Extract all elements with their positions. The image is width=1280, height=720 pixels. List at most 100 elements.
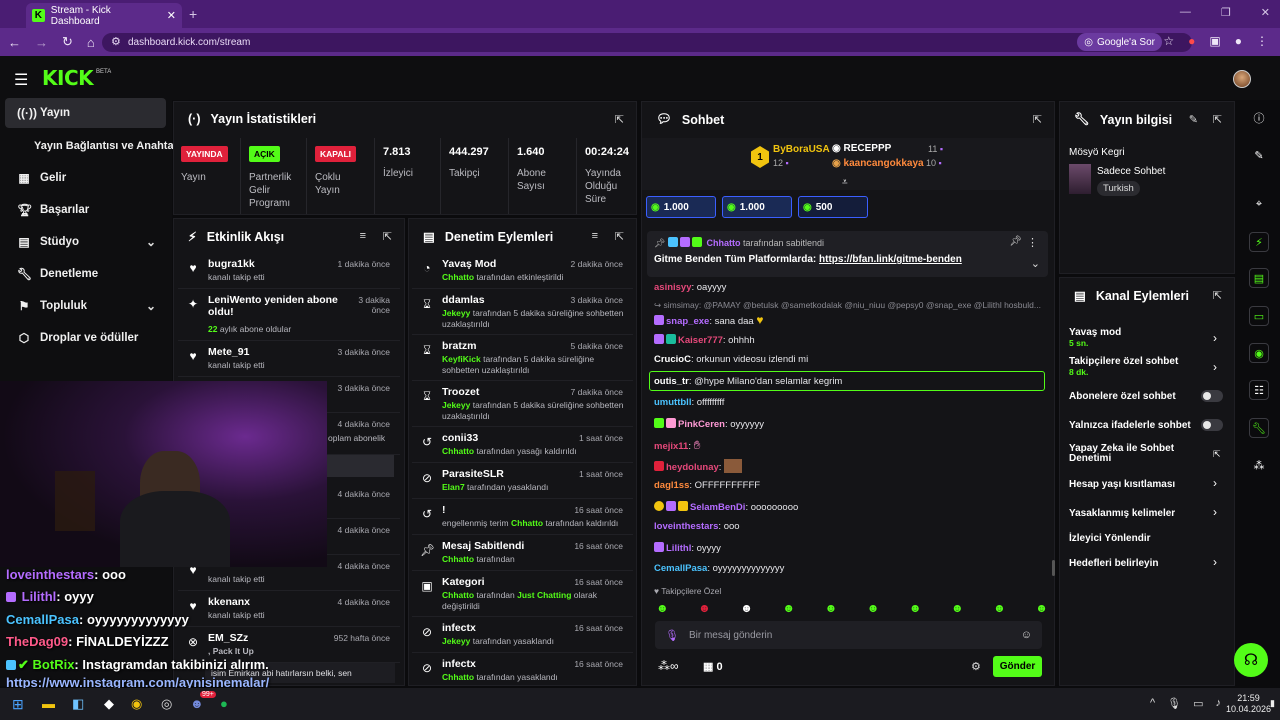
notifications-icon[interactable]: ▮ [1270,698,1275,709]
sidebar-item-stream-key[interactable]: Yayın Bağlantısı ve Anahtarı [22,131,183,161]
expand-leaderboard-icon[interactable]: ⩡ [842,177,848,188]
chat-username[interactable]: mejix11 [654,441,688,452]
sidebar-item-moderation[interactable]: 🔧︎ Denetleme [5,259,166,289]
forward-icon[interactable]: → [35,35,48,50]
leader-name[interactable]: RECEPPP [844,143,892,154]
emote-icon[interactable]: ☻ [867,601,880,617]
account-age-action[interactable]: Hesap yaşı kısıtlaması [1069,479,1175,490]
activity-user[interactable]: bugra1kk [208,258,255,270]
app-icon[interactable]: ◆ [104,696,114,712]
browser-menu-icon[interactable]: ⋮ [1256,34,1268,48]
microphone-icon[interactable]: 🎙︎ [665,629,679,642]
chat-username[interactable]: umuttbll [654,397,691,408]
sidebar-item-community[interactable]: ⚑ Topluluk ⌄ [5,291,166,321]
popout-icon[interactable]: ⇱ [1033,113,1042,126]
chat-bubble-icon[interactable]: ▭ [1249,306,1269,326]
moderation-user[interactable]: bratzm [442,340,476,352]
emote-icon[interactable]: ☻ [909,601,922,617]
moderator-name[interactable]: Chhatto [442,272,474,282]
store-app-icon[interactable]: ◧ [72,696,84,712]
activity-user[interactable]: kkenanx [208,596,250,608]
popout-icon[interactable]: ⇱ [1213,113,1222,126]
wrench-icon[interactable]: 🔧︎ [1249,418,1269,438]
emote-icon[interactable]: ☻ [698,601,711,617]
chat-settings-icon[interactable]: ⚙ [971,660,981,673]
profile-avatar-icon[interactable]: ● [1235,34,1242,48]
emote-icon[interactable]: ☻ [825,601,838,617]
chat-scrollbar[interactable] [1052,560,1055,576]
chat-username[interactable]: heydolunay [666,462,719,473]
chrome-icon[interactable]: ◉ [131,696,142,712]
popout-icon[interactable]: ⇱ [1213,289,1222,302]
store-counter[interactable]: ▦ 0 [703,660,723,673]
chat-username[interactable]: outis_tr [654,376,689,387]
system-clock[interactable]: 21:59 10.04.2026 [1226,693,1271,715]
emote-icon[interactable]: ☻ [782,601,795,617]
chat-username[interactable]: Lilithl [666,543,691,554]
controls-icon[interactable]: ☷ [1249,380,1269,400]
sidebar-item-drops[interactable]: ⬡ Droplar ve ödüller [5,323,166,353]
sidebar-item-achievements[interactable]: 🏆︎ Başarılar [5,195,166,225]
moderator-name[interactable]: Chhatto [442,590,474,600]
moderation-user[interactable]: ddamlas [442,294,485,306]
chat-username[interactable]: SelamBenDi [690,502,745,513]
activity-user[interactable]: LeniWento yeniden abone oldu! [208,294,338,318]
raid-action[interactable]: İzleyici Yönlendir [1069,533,1151,544]
subscribers-only-toggle[interactable] [1201,390,1223,402]
new-tab-icon[interactable]: + [189,6,197,22]
hamburger-menu-icon[interactable]: ☰ [14,70,28,90]
followers-only-action[interactable]: Takipçilere özel sohbet 8 dk. [1069,356,1178,377]
emote-icon[interactable]: ☻ [993,601,1006,617]
leader-name[interactable]: kaancangokkaya [844,158,924,169]
url-field[interactable]: ⚙ dashboard.kick.com/stream [102,33,1192,52]
discord-icon[interactable]: ☻ [190,696,204,711]
add-widget-icon[interactable]: ⁂ [1249,455,1269,475]
kick-logo[interactable]: KICK [42,66,94,90]
close-tab-icon[interactable]: ✕ [167,9,176,22]
emote-icon[interactable]: ☻ [656,601,669,617]
activity-user[interactable]: EM_SZz [208,632,248,644]
chat-username[interactable]: dagl1ss [654,480,689,491]
file-explorer-icon[interactable]: ▬ [42,696,55,711]
pinned-by-user[interactable]: Chhatto [706,238,740,248]
chat-username[interactable]: asinisyy [654,282,692,293]
popout-icon[interactable]: ⇱ [383,230,392,243]
filter-icon[interactable]: ≡ [592,230,598,242]
volume-icon[interactable]: ♪ [1216,697,1222,710]
moderator-name[interactable]: Elan7 [442,482,465,492]
back-icon[interactable]: ← [8,35,21,50]
leader-name[interactable]: ByBoraUSA [773,144,830,155]
microphone-icon[interactable]: 🎙︎ [1167,697,1181,710]
slow-mode-action[interactable]: Yavaş mod 5 sn. [1069,327,1121,348]
chevron-right-icon[interactable]: › [1213,555,1217,569]
chevron-right-icon[interactable]: › [1213,331,1217,345]
sidebar-item-studio[interactable]: ▤ Stüdyo ⌄ [5,227,166,257]
chevron-right-icon[interactable]: › [1213,476,1217,490]
moderator-name[interactable]: KeyfiKick [442,354,481,364]
browser-tab[interactable]: K Stream - Kick Dashboard ✕ [26,3,182,28]
lightning-icon[interactable]: ⚡︎ [1249,232,1269,252]
document-icon[interactable]: ▤ [1249,268,1269,288]
external-link-icon[interactable]: ⇱ [1213,449,1221,460]
stream-category[interactable]: Sadece Sohbet [1097,166,1165,177]
focus-icon[interactable]: ⌖ [1249,194,1269,214]
moderation-user[interactable]: ParasiteSLR [442,468,504,480]
popout-icon[interactable]: ⇱ [615,230,624,243]
chat-username[interactable]: snap_exe [666,316,709,327]
moderator-name[interactable]: Chhatto [511,518,543,528]
chat-username[interactable]: PinkCeren [678,419,725,430]
activity-user[interactable]: Mete_91 [208,346,249,358]
edit-icon[interactable]: ✎ [1189,113,1198,126]
reload-icon[interactable]: ↻ [62,34,73,50]
moderation-user[interactable]: infectx [442,622,476,634]
kicks-gift-1[interactable]: ◉ 1.000 [646,196,716,218]
windows-start-icon[interactable]: ⊞ [12,696,24,713]
emote-icon[interactable]: ☻ [1035,601,1048,617]
extension-red-icon[interactable]: ● [1188,34,1195,48]
support-headset-icon[interactable]: ☊ [1234,643,1268,677]
sidebar-item-revenue[interactable]: ▦ Gelir [5,163,166,193]
info-icon[interactable]: ⓘ [1249,108,1269,128]
chevron-up-icon[interactable]: ^ [1150,697,1155,710]
home-icon[interactable]: ⌂ [87,35,95,50]
kicks-balance-icon[interactable]: ⁂∞ [658,659,679,673]
